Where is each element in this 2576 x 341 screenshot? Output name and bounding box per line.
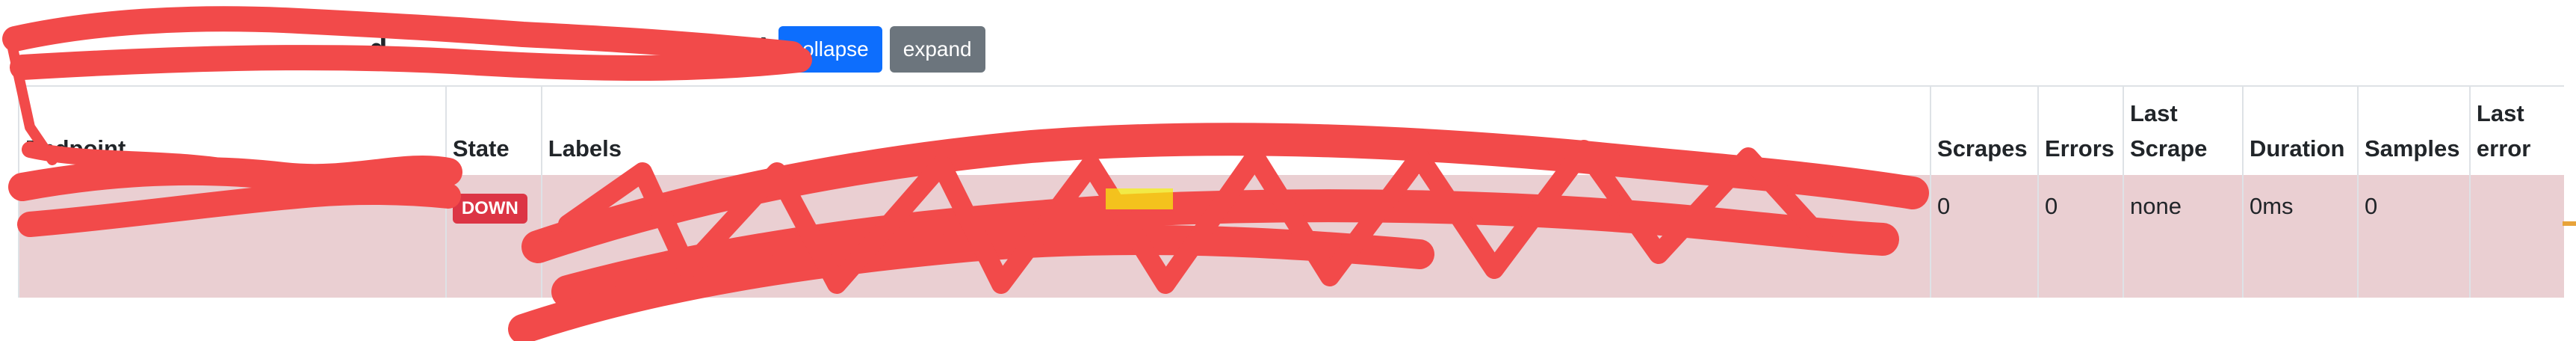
column-header-last-error: Last error (2468, 85, 2564, 175)
column-header-scrapes: Scrapes (1930, 85, 2038, 175)
section-header: d ) collapse expand (18, 25, 985, 73)
column-header-samples: Samples (2356, 85, 2470, 175)
section-title[interactable]: d ) (18, 33, 771, 67)
samples-cell: 0 (2356, 175, 2470, 298)
table-row: DOWN 0 0 none 0ms 0 (18, 175, 2564, 298)
column-header-duration: Duration (2241, 85, 2358, 175)
targets-page: d ) collapse expand Endpoint State Label… (0, 0, 2576, 341)
state-cell: DOWN (445, 175, 542, 298)
labels-cell (540, 175, 1931, 298)
errors-cell: 0 (2037, 175, 2123, 298)
endpoint-cell (18, 175, 446, 298)
status-badge: DOWN (452, 194, 527, 224)
column-header-last-scrape: Last Scrape (2122, 85, 2243, 175)
column-header-labels: Labels (540, 85, 1931, 175)
scroll-edge-marker (2563, 221, 2576, 226)
section-title-text: d (369, 32, 388, 66)
column-header-endpoint: Endpoint (18, 85, 446, 175)
targets-table: Endpoint State Labels Scrapes Errors Las… (18, 85, 2564, 298)
section-title-suffix: ) (761, 32, 772, 66)
duration-cell: 0ms (2241, 175, 2358, 298)
expand-button[interactable]: expand (889, 26, 985, 73)
last-error-cell (2468, 175, 2564, 298)
table-header-row: Endpoint State Labels Scrapes Errors Las… (18, 85, 2564, 175)
column-header-state: State (445, 85, 542, 175)
last-scrape-cell: none (2122, 175, 2243, 298)
collapse-button[interactable]: collapse (778, 26, 882, 73)
scrapes-cell: 0 (1930, 175, 2038, 298)
column-header-errors: Errors (2037, 85, 2123, 175)
